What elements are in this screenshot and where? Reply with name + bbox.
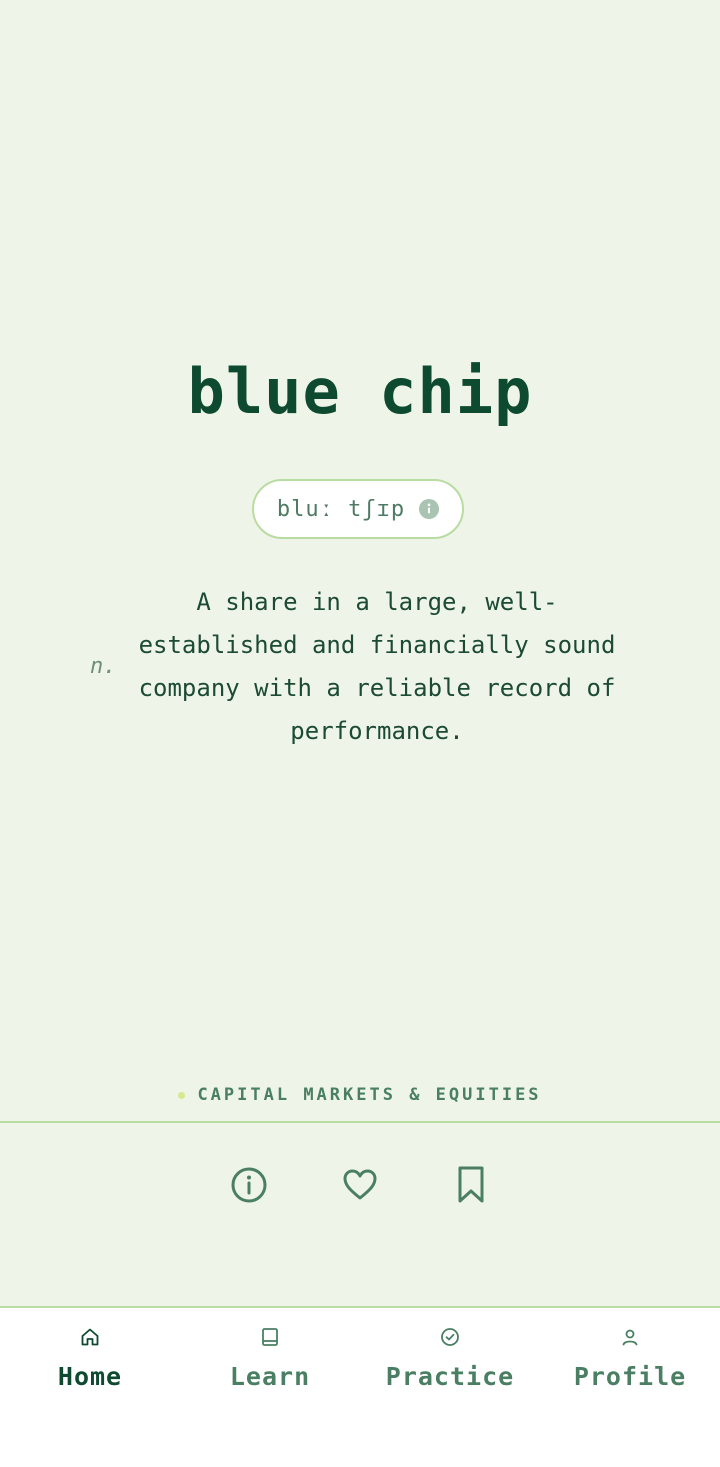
category-tag: CAPITAL MARKETS & EQUITIES bbox=[0, 1085, 720, 1105]
check-circle-icon bbox=[441, 1328, 459, 1346]
book-icon bbox=[262, 1328, 278, 1346]
info-icon bbox=[231, 1167, 267, 1203]
nav-item-profile[interactable]: Profile bbox=[540, 1308, 720, 1418]
favorite-button[interactable] bbox=[338, 1163, 382, 1207]
definition-text: A share in a large, well-established and… bbox=[138, 588, 616, 745]
info-button[interactable] bbox=[227, 1163, 271, 1207]
nav-label-home: Home bbox=[57, 1362, 123, 1391]
nav-item-learn[interactable]: Learn bbox=[180, 1308, 360, 1418]
divider bbox=[0, 1121, 720, 1123]
info-circle-icon[interactable] bbox=[419, 499, 440, 519]
category-dot bbox=[178, 1091, 186, 1099]
heart-icon bbox=[343, 1169, 377, 1200]
category-label: CAPITAL MARKETS & EQUITIES bbox=[197, 1085, 542, 1105]
home-icon bbox=[81, 1328, 99, 1346]
term-title: blue chip bbox=[187, 355, 533, 428]
bottom-navigation: Home Learn Practice Profile bbox=[0, 1306, 720, 1467]
part-of-speech: n. bbox=[90, 654, 117, 679]
nav-label-practice: Practice bbox=[385, 1362, 515, 1391]
nav-label-profile: Profile bbox=[573, 1362, 687, 1391]
action-bar bbox=[0, 1163, 720, 1209]
word-card: blue chip bluː tʃɪp n. A share in a larg… bbox=[0, 0, 720, 1306]
nav-item-home[interactable]: Home bbox=[0, 1308, 180, 1418]
pronunciation-text: bluː tʃɪp bbox=[276, 496, 406, 522]
pronunciation-pill[interactable]: bluː tʃɪp bbox=[252, 479, 464, 539]
bookmark-icon bbox=[458, 1166, 484, 1203]
bookmark-button[interactable] bbox=[449, 1163, 493, 1207]
nav-label-learn: Learn bbox=[229, 1362, 311, 1391]
nav-item-practice[interactable]: Practice bbox=[360, 1308, 540, 1418]
user-icon bbox=[622, 1329, 638, 1346]
